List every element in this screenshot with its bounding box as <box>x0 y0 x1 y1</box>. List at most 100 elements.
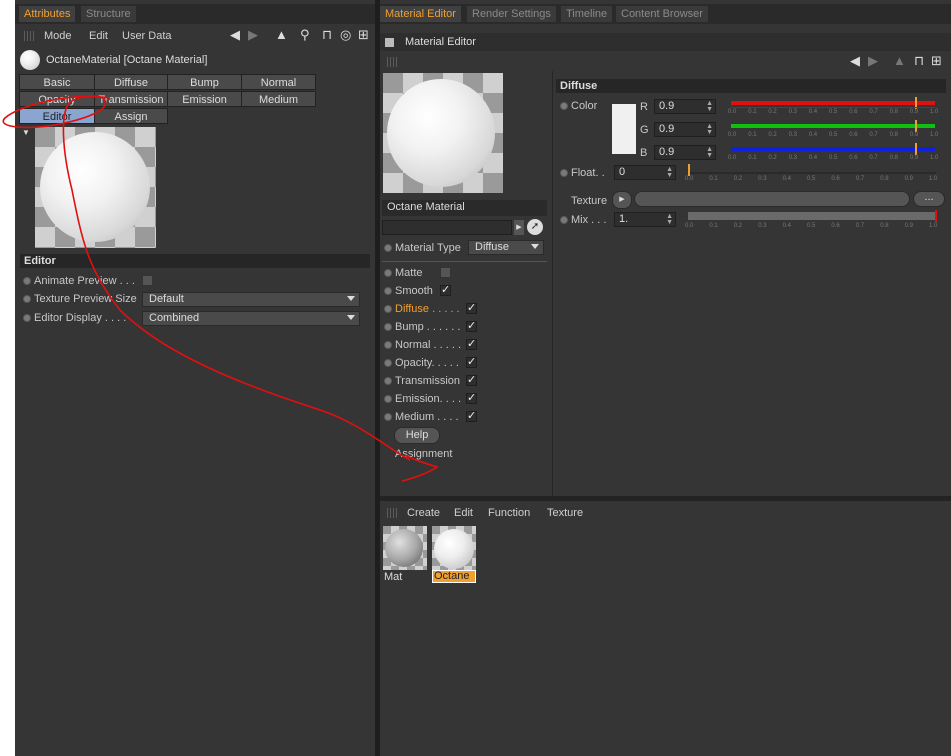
help-button[interactable]: Help <box>394 427 440 444</box>
tab-content-browser[interactable]: Content Browser <box>616 6 708 22</box>
transmission-label[interactable]: Transmission <box>395 375 460 387</box>
pointer-up-icon[interactable]: ▲ <box>275 28 288 41</box>
button-assign[interactable]: Assign <box>94 108 168 124</box>
diffuse-dot[interactable] <box>384 305 392 313</box>
tab-structure[interactable]: Structure <box>81 6 136 22</box>
animate-preview-checkbox[interactable] <box>142 275 153 286</box>
manager-grip-icon[interactable] <box>387 508 399 518</box>
b-slider-handle[interactable] <box>915 143 917 155</box>
r-slider[interactable] <box>731 101 935 105</box>
medium-dot[interactable] <box>384 413 392 421</box>
texture-field[interactable] <box>634 191 910 207</box>
mix-slider-handle[interactable] <box>935 210 937 222</box>
window-icon[interactable] <box>385 38 394 47</box>
lock-icon[interactable]: ⊓ <box>322 28 332 41</box>
manager-menu-function[interactable]: Function <box>488 507 530 519</box>
me-forward-arrow-icon[interactable]: ▶ <box>868 54 878 67</box>
mat-name-label[interactable]: Mat <box>384 571 402 583</box>
transmission-dot[interactable] <box>384 377 392 385</box>
smooth-checkbox[interactable]: ✓ <box>440 285 451 296</box>
menu-edit[interactable]: Edit <box>89 30 108 42</box>
bump-dot[interactable] <box>384 323 392 331</box>
bump-checkbox[interactable]: ✓ <box>466 321 477 332</box>
menu-mode[interactable]: Mode <box>44 30 72 42</box>
mix-slider-fill[interactable] <box>688 212 936 220</box>
g-input[interactable]: 0.9 ▲ ▼ <box>654 122 716 137</box>
medium-label[interactable]: Medium . . . . <box>395 411 459 423</box>
normal-dot[interactable] <box>384 341 392 349</box>
b-slider[interactable] <box>731 147 935 151</box>
menu-user-data[interactable]: User Data <box>122 30 172 42</box>
tab-timeline[interactable]: Timeline <box>561 6 613 22</box>
normal-checkbox[interactable]: ✓ <box>466 339 477 350</box>
me-pointer-icon[interactable]: ▲ <box>893 54 906 67</box>
button-editor[interactable]: Editor <box>19 108 95 124</box>
toolbar-grip-icon[interactable] <box>387 57 399 67</box>
tab-attributes[interactable]: Attributes <box>19 6 76 22</box>
menu-grip-icon[interactable] <box>24 31 36 41</box>
opacity-checkbox[interactable]: ✓ <box>466 357 477 368</box>
g-slider[interactable] <box>731 124 935 128</box>
search-icon[interactable]: ⚲ <box>300 28 310 41</box>
float-slider-track[interactable] <box>688 172 936 174</box>
texture-preview-size-dot[interactable] <box>23 295 31 303</box>
bump-label[interactable]: Bump . . . . . . <box>395 321 460 333</box>
mix-dot[interactable] <box>560 216 568 224</box>
b-input[interactable]: 0.9 ▲ ▼ <box>654 145 716 160</box>
float-input[interactable]: 0 ▲ ▼ <box>614 165 676 180</box>
material-name-input[interactable] <box>382 220 512 235</box>
texture-preview-size-select[interactable]: Default <box>142 292 360 307</box>
manager-menu-create[interactable]: Create <box>407 507 440 519</box>
assignment-link[interactable]: Assignment <box>395 448 452 460</box>
emission-label[interactable]: Emission. . . . <box>395 393 461 405</box>
material-type-dot[interactable] <box>384 244 392 252</box>
button-transmission[interactable]: Transmission <box>94 91 168 107</box>
smooth-dot[interactable] <box>384 287 392 295</box>
button-diffuse[interactable]: Diffuse <box>94 74 168 90</box>
medium-checkbox[interactable]: ✓ <box>466 411 477 422</box>
manager-menu-texture[interactable]: Texture <box>547 507 583 519</box>
emission-dot[interactable] <box>384 395 392 403</box>
button-opacity[interactable]: Opacity <box>19 91 95 107</box>
new-panel-icon[interactable]: ⊞ <box>358 28 369 41</box>
mix-input[interactable]: 1. ▲ ▼ <box>614 212 676 227</box>
normal-label[interactable]: Normal . . . . . <box>395 339 461 351</box>
float-dot[interactable] <box>560 169 568 177</box>
button-bump[interactable]: Bump <box>167 74 242 90</box>
me-lock-icon[interactable]: ⊓ <box>914 54 924 67</box>
float-slider-handle[interactable] <box>688 164 690 176</box>
button-emission[interactable]: Emission <box>167 91 242 107</box>
button-medium[interactable]: Medium <box>241 91 316 107</box>
matte-checkbox[interactable] <box>440 267 451 278</box>
texture-play-icon[interactable]: ▶ <box>612 191 632 209</box>
pick-cursor-icon[interactable]: ➚ <box>527 219 543 235</box>
me-new-panel-icon[interactable]: ⊞ <box>931 54 942 67</box>
manager-menu-edit[interactable]: Edit <box>454 507 473 519</box>
tab-material-editor[interactable]: Material Editor <box>380 6 461 22</box>
opacity-dot[interactable] <box>384 359 392 367</box>
g-slider-handle[interactable] <box>915 120 917 132</box>
transmission-checkbox[interactable]: ✓ <box>466 375 477 386</box>
expand-arrow-icon[interactable]: ▶ <box>514 220 524 235</box>
animate-preview-dot[interactable] <box>23 277 31 285</box>
button-normal[interactable]: Normal <box>241 74 316 90</box>
collapse-arrow-icon[interactable]: ▼ <box>22 126 30 139</box>
octane-name-label[interactable]: Octane <box>432 570 476 583</box>
material-type-select[interactable]: Diffuse <box>468 240 544 255</box>
diffuse-checkbox[interactable]: ✓ <box>466 303 477 314</box>
tab-render-settings[interactable]: Render Settings <box>467 6 556 22</box>
opacity-label[interactable]: Opacity. . . . . <box>395 357 459 369</box>
color-dot[interactable] <box>560 102 568 110</box>
texture-browse-button[interactable]: ... <box>913 191 945 207</box>
r-input[interactable]: 0.9 ▲ ▼ <box>654 99 716 114</box>
matte-dot[interactable] <box>384 269 392 277</box>
emission-checkbox[interactable]: ✓ <box>466 393 477 404</box>
color-swatch[interactable] <box>612 104 636 154</box>
manager-separator[interactable] <box>380 496 951 501</box>
me-back-arrow-icon[interactable]: ◀ <box>850 54 860 67</box>
forward-arrow-icon[interactable]: ▶ <box>248 28 258 41</box>
diffuse-label[interactable]: Diffuse . . . . . <box>395 303 460 315</box>
back-arrow-icon[interactable]: ◀ <box>230 28 240 41</box>
button-basic[interactable]: Basic <box>19 74 95 90</box>
editor-display-dot[interactable] <box>23 314 31 322</box>
